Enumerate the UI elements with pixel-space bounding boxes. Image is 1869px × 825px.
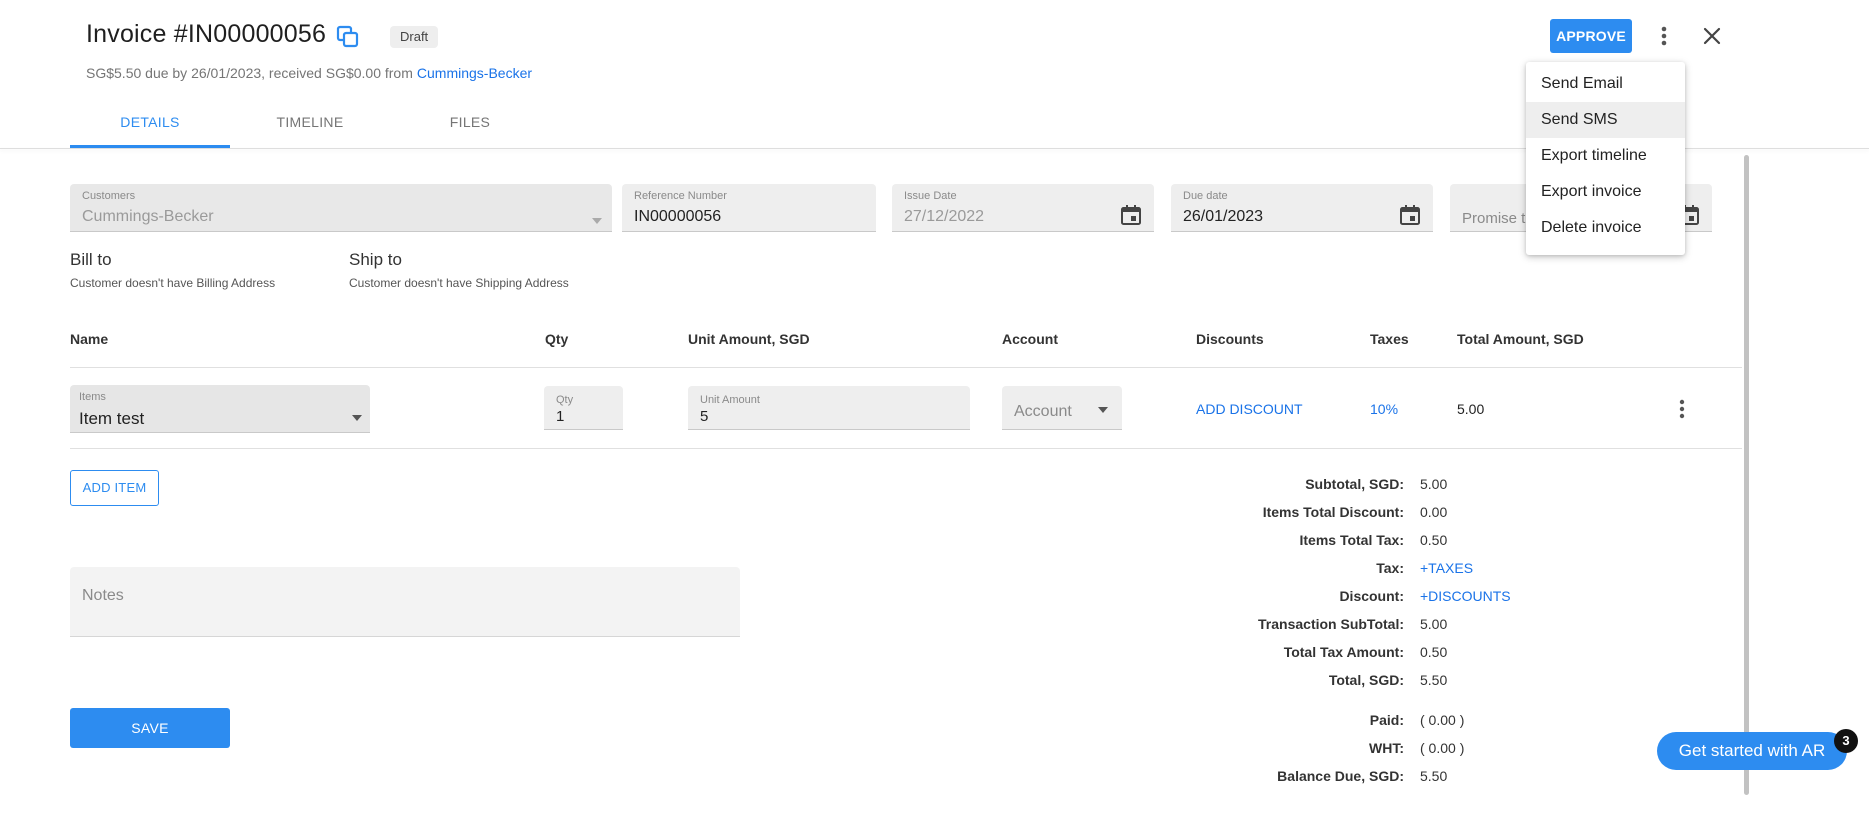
unit-amount-label: Unit Amount <box>700 394 760 406</box>
row-more-options-icon[interactable] <box>1670 396 1694 422</box>
account-placeholder: Account <box>1014 403 1072 420</box>
item-select[interactable]: Items Item test <box>70 385 370 433</box>
discount-label: Discount: <box>1339 588 1404 604</box>
balance-due-label: Balance Due, SGD: <box>1277 768 1404 784</box>
status-badge: Draft <box>390 26 439 48</box>
paid-value: ( 0.00 ) <box>1420 712 1465 728</box>
notes-field[interactable]: Notes <box>70 567 740 637</box>
promise-to-placeholder: Promise to <box>1462 210 1534 227</box>
get-started-button[interactable]: Get started with AR <box>1657 732 1847 770</box>
items-total-tax-label: Items Total Tax: <box>1299 532 1404 548</box>
issue-date-label: Issue Date <box>904 190 957 202</box>
item-select-value: Item test <box>79 409 145 428</box>
total-label: Total, SGD: <box>1328 672 1404 688</box>
bill-to-heading: Bill to <box>70 250 112 269</box>
column-header-unit-amount: Unit Amount, SGD <box>688 331 810 347</box>
customer-link[interactable]: Cummings-Becker <box>417 65 532 81</box>
due-date-field[interactable]: Due date 26/01/2023 <box>1171 184 1433 232</box>
scrollbar[interactable] <box>1744 155 1749 795</box>
approve-button[interactable]: APPROVE <box>1550 19 1632 53</box>
paid-label: Paid: <box>1369 712 1404 728</box>
invoice-summary: SG$5.50 due by 26/01/2023, received SG$0… <box>86 65 532 81</box>
wht-label: WHT: <box>1369 740 1404 756</box>
qty-label: Qty <box>556 394 574 406</box>
qty-value: 1 <box>556 408 565 425</box>
menu-item-export-timeline[interactable]: Export timeline <box>1526 138 1685 174</box>
total-value: 5.50 <box>1420 672 1448 688</box>
due-date-value: 26/01/2023 <box>1183 208 1264 225</box>
reference-number-field[interactable]: Reference Number IN00000056 <box>622 184 876 232</box>
tab-timeline[interactable]: TIMELINE <box>230 114 390 148</box>
column-header-discounts: Discounts <box>1196 331 1264 347</box>
column-header-qty: Qty <box>545 331 569 347</box>
tax-label: Tax: <box>1376 560 1404 576</box>
menu-item-send-email[interactable]: Send Email <box>1526 66 1685 102</box>
total-tax-amount-value: 0.50 <box>1420 644 1448 660</box>
unit-amount-field[interactable]: Unit Amount 5 <box>688 386 970 430</box>
transaction-subtotal-value: 5.00 <box>1420 616 1448 632</box>
more-options-menu: Send Email Send SMS Export timeline Expo… <box>1526 62 1685 255</box>
customers-value: Cummings-Becker <box>82 208 214 225</box>
copy-icon[interactable] <box>335 24 361 50</box>
page-title: Invoice #IN00000056 <box>86 20 327 48</box>
transaction-subtotal-label: Transaction SubTotal: <box>1258 616 1404 632</box>
add-item-button[interactable]: ADD ITEM <box>70 470 159 506</box>
ship-to-heading: Ship to <box>349 250 402 269</box>
reference-label: Reference Number <box>634 190 727 202</box>
column-header-taxes: Taxes <box>1370 331 1409 347</box>
account-select[interactable]: Account <box>1002 386 1122 430</box>
menu-item-export-invoice[interactable]: Export invoice <box>1526 174 1685 210</box>
total-tax-amount-label: Total Tax Amount: <box>1283 644 1404 660</box>
save-button[interactable]: SAVE <box>70 708 230 748</box>
wht-value: ( 0.00 ) <box>1420 740 1465 756</box>
add-taxes-link[interactable]: +TAXES <box>1420 560 1473 576</box>
issue-date-value: 27/12/2022 <box>904 208 985 225</box>
calendar-icon[interactable] <box>1399 204 1421 226</box>
due-date-label: Due date <box>1183 190 1228 202</box>
tab-details[interactable]: DETAILS <box>70 114 230 148</box>
qty-field[interactable]: Qty 1 <box>544 386 623 430</box>
issue-date-field[interactable]: Issue Date 27/12/2022 <box>892 184 1154 232</box>
chevron-down-icon <box>1098 407 1108 413</box>
chevron-down-icon <box>352 415 362 421</box>
calendar-icon[interactable] <box>1120 204 1142 226</box>
tab-files[interactable]: FILES <box>390 114 550 148</box>
add-discounts-link[interactable]: +DISCOUNTS <box>1420 588 1511 604</box>
unit-amount-value: 5 <box>700 408 709 425</box>
column-header-total-amount: Total Amount, SGD <box>1457 331 1584 347</box>
table-header-divider <box>70 367 1742 368</box>
subtotal-value: 5.00 <box>1420 476 1448 492</box>
table-row-divider <box>70 448 1742 449</box>
subtotal-label: Subtotal, SGD: <box>1305 476 1404 492</box>
summary-text: SG$5.50 due by 26/01/2023, received SG$0… <box>86 65 413 81</box>
bill-to-text: Customer doesn't have Billing Address <box>70 276 276 290</box>
tax-rate-link[interactable]: 10% <box>1370 401 1398 417</box>
balance-due-value: 5.50 <box>1420 768 1448 784</box>
menu-item-delete-invoice[interactable]: Delete invoice <box>1526 210 1685 246</box>
items-total-tax-value: 0.50 <box>1420 532 1448 548</box>
chevron-down-icon <box>592 218 602 224</box>
close-icon[interactable] <box>1699 22 1725 50</box>
ship-to-text: Customer doesn't have Shipping Address <box>349 276 569 290</box>
reference-value: IN00000056 <box>634 208 722 225</box>
item-select-label: Items <box>79 391 106 403</box>
menu-item-send-sms[interactable]: Send SMS <box>1526 102 1685 138</box>
items-total-discount-value: 0.00 <box>1420 504 1448 520</box>
notification-badge: 3 <box>1834 729 1858 753</box>
notes-placeholder: Notes <box>82 587 124 604</box>
more-options-icon[interactable] <box>1652 22 1676 50</box>
column-header-account: Account <box>1002 331 1058 347</box>
column-header-name: Name <box>70 331 109 347</box>
row-total: 5.00 <box>1457 401 1485 417</box>
customers-label: Customers <box>82 190 136 202</box>
items-total-discount-label: Items Total Discount: <box>1262 504 1404 520</box>
customers-select[interactable]: Customers Cummings-Becker <box>70 184 612 232</box>
add-discount-link[interactable]: ADD DISCOUNT <box>1196 401 1303 417</box>
